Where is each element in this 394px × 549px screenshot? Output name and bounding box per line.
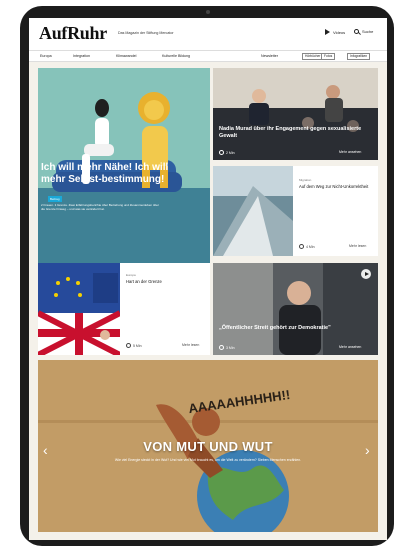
eu-duration-label: 5 Min — [133, 343, 142, 348]
site-tagline: Das Magazin der Stiftung Mercator — [118, 31, 174, 35]
carousel-prev-icon[interactable]: ‹ — [43, 442, 48, 458]
fotos-button[interactable]: Fotos — [321, 53, 336, 60]
clock-icon — [299, 244, 304, 249]
speaker-photo — [213, 263, 378, 355]
nav-item-klimawandel[interactable]: Klimawandel — [116, 54, 136, 58]
eu-category: Europa — [126, 273, 136, 277]
talk-duration: 2 Min — [219, 150, 235, 155]
video-play-icon[interactable] — [361, 269, 371, 279]
newsletter-link[interactable]: Newsletter — [261, 54, 278, 58]
eu-flags-photo — [38, 263, 122, 355]
app-screen: AufRuhr Das Magazin der Stiftung Mercato… — [29, 18, 387, 540]
nav-item-kulturelle-bildung[interactable]: Kulturelle Bildung — [162, 54, 190, 58]
eu-duration: 5 Min — [126, 343, 142, 348]
search-icon — [354, 29, 359, 34]
banner-subtitle: Wie viel Energie steckt in der Wut? Und … — [114, 458, 302, 462]
clock-icon — [219, 150, 224, 155]
talk-title: Nadia Murad über ihr Engagement gegen se… — [219, 126, 362, 139]
search-button[interactable]: Suche — [354, 29, 373, 34]
carousel-next-icon[interactable]: › — [365, 442, 370, 458]
speaker-duration: 3 Min — [219, 345, 235, 350]
hero-teaser: 2 Frauen. 1 Grenze. Zwei Erfahrungsberic… — [41, 203, 159, 211]
boat-duration: 4 Min — [299, 244, 315, 249]
article-card-migration[interactable]: Migration Auf dem Weg zur Nicht-Unkorrek… — [213, 166, 378, 256]
talk-more-link[interactable]: Mehr ansehen — [339, 150, 361, 154]
nav-item-europa[interactable]: Europa — [40, 54, 52, 58]
clock-icon — [126, 343, 131, 348]
speaker-duration-label: 3 Min — [226, 345, 235, 350]
search-label: Suche — [362, 29, 374, 34]
banner-title[interactable]: VON MUT UND WUT — [29, 439, 387, 454]
boat-photo — [213, 166, 293, 256]
videos-link[interactable]: Videos — [325, 29, 345, 35]
infografiken-button[interactable]: Infografiken — [347, 53, 371, 60]
category-badge: Beitrag — [48, 196, 62, 202]
speaker-more-link[interactable]: Mehr ansehen — [339, 345, 361, 349]
videos-label: Videos — [333, 29, 346, 35]
boat-duration-label: 4 Min — [306, 244, 315, 249]
nav-item-integration[interactable]: Integration — [73, 54, 90, 58]
talk-duration-label: 2 Min — [226, 150, 235, 155]
video-card-speaker[interactable]: „Öffentlicher Streit gehört zur Demokrat… — [213, 263, 378, 355]
site-logo[interactable]: AufRuhr — [39, 23, 107, 44]
eu-more-link[interactable]: Mehr lesen — [182, 343, 199, 347]
speaker-title: „Öffentlicher Streit gehört zur Demokrat… — [219, 325, 331, 331]
hero-title[interactable]: Ich will mehr Nähe! Ich will mehr Selbst… — [41, 162, 181, 186]
boat-more-link[interactable]: Mehr lesen — [349, 244, 366, 248]
article-card-europa[interactable]: Europa Hart an der Grenze 5 Min Mehr les… — [38, 263, 210, 355]
eu-title: Hart an der Grenze — [126, 279, 162, 284]
boat-title: Auf dem Weg zur Nicht-Unkorrektheit — [299, 184, 369, 189]
talk-photo — [213, 68, 378, 160]
play-icon — [325, 29, 330, 35]
main-nav: Europa Integration Klimawandel Kulturell… — [29, 50, 387, 62]
site-header: AufRuhr Das Magazin der Stiftung Mercato… — [29, 18, 387, 50]
front-camera — [206, 10, 210, 14]
boat-category: Migration — [299, 178, 312, 182]
video-card-talk[interactable]: Nadia Murad über ihr Engagement gegen se… — [213, 68, 378, 160]
clock-icon — [219, 345, 224, 350]
